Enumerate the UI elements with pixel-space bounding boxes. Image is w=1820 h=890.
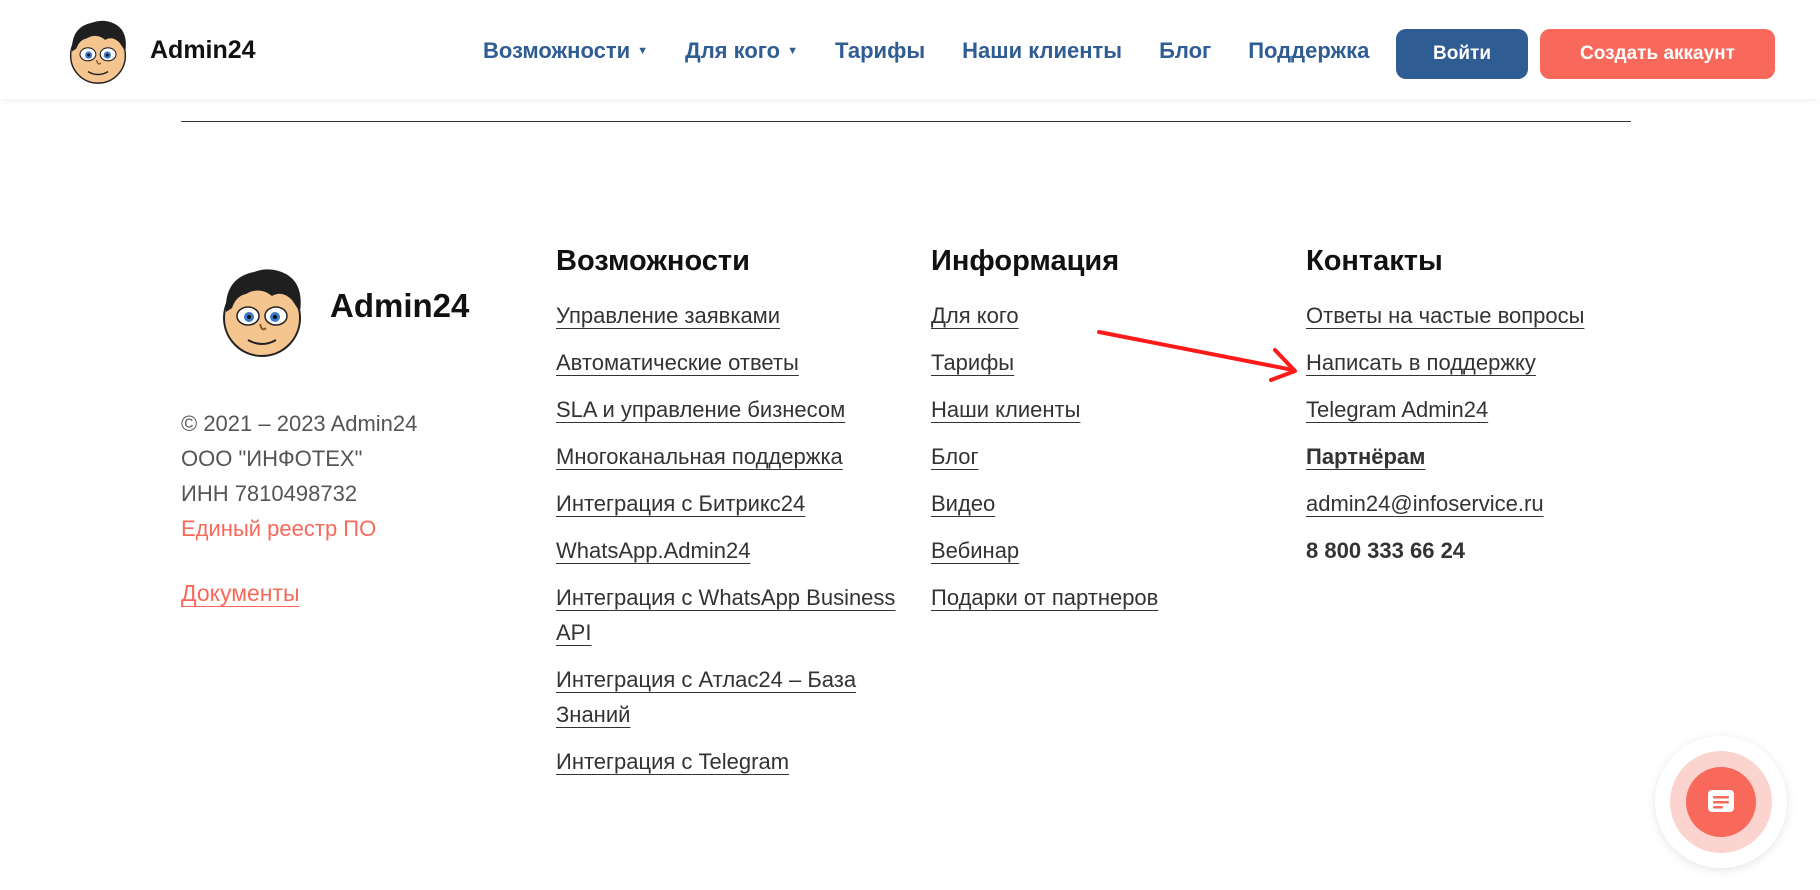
section-divider xyxy=(181,121,1631,122)
footer-link-ticket-management[interactable]: Управление заявками xyxy=(556,298,780,333)
software-registry-link[interactable]: Единый реестр ПО xyxy=(181,511,417,546)
login-button[interactable]: Войти xyxy=(1396,29,1528,79)
info-title: Информация xyxy=(931,245,1120,277)
create-account-button[interactable]: Создать аккаунт xyxy=(1540,29,1775,79)
admin24-logo-icon[interactable] xyxy=(212,260,312,360)
copyright-text: © 2021 – 2023 Admin24 xyxy=(181,411,418,436)
footer-link-bitrix24[interactable]: Интеграция с Битрикс24 xyxy=(556,486,805,521)
footer-link-clients[interactable]: Наши клиенты xyxy=(931,392,1080,427)
chat-message-icon xyxy=(1708,790,1734,812)
footer-link-whatsapp-api[interactable]: Интеграция с WhatsApp Business API xyxy=(556,580,896,650)
footer-link-auto-replies[interactable]: Автоматические ответы xyxy=(556,345,799,380)
caret-down-icon: ▼ xyxy=(787,45,798,57)
nav-item-label: Для кого xyxy=(685,38,781,63)
email-link[interactable]: admin24@infoservice.ru xyxy=(1306,486,1544,521)
footer-link-blog[interactable]: Блог xyxy=(931,439,979,474)
site-header: Admin24 Возможности ▼ Для кого ▼ Тарифы … xyxy=(0,0,1820,99)
features-title: Возможности xyxy=(556,245,750,277)
annotation-arrow-icon xyxy=(1097,330,1297,382)
footer-link-write-support[interactable]: Написать в поддержку xyxy=(1306,345,1536,380)
footer-link-faq[interactable]: Ответы на частые вопросы xyxy=(1306,298,1584,333)
footer-link-telegram-integration[interactable]: Интеграция с Telegram xyxy=(556,744,789,779)
nav-item-support[interactable]: Поддержка xyxy=(1248,38,1369,64)
features-column: Возможности Управление заявками Автомати… xyxy=(556,245,896,791)
footer-brand[interactable]: Admin24 xyxy=(330,287,469,325)
company-name: ООО "ИНФОТЕХ" xyxy=(181,446,363,471)
info-column: Информация Для кого Тарифы Наши клиенты … xyxy=(931,245,1271,627)
nav-item-pricing[interactable]: Тарифы xyxy=(835,38,925,64)
footer-link-video[interactable]: Видео xyxy=(931,486,995,521)
admin24-logo-icon[interactable] xyxy=(62,14,134,86)
footer-link-atlas24[interactable]: Интеграция с Атлас24 – База Знаний xyxy=(556,662,896,732)
caret-down-icon: ▼ xyxy=(637,45,649,57)
company-inn: ИНН 7810498732 xyxy=(181,481,358,506)
partners-link[interactable]: Партнёрам xyxy=(1306,444,1425,469)
nav-item-blog[interactable]: Блог xyxy=(1159,38,1211,64)
main-nav: Возможности ▼ Для кого ▼ Тарифы Наши кли… xyxy=(483,38,1406,64)
nav-item-features[interactable]: Возможности ▼ xyxy=(483,38,648,64)
nav-item-clients[interactable]: Наши клиенты xyxy=(962,38,1122,64)
header-brand[interactable]: Admin24 xyxy=(150,36,256,65)
documents-link[interactable]: Документы xyxy=(181,580,300,607)
chat-widget-button[interactable] xyxy=(1686,767,1756,837)
nav-item-for-whom[interactable]: Для кого ▼ xyxy=(685,38,798,64)
footer-link-pricing[interactable]: Тарифы xyxy=(931,345,1014,380)
footer-link-for-whom[interactable]: Для кого xyxy=(931,298,1019,333)
footer-link-sla[interactable]: SLA и управление бизнесом xyxy=(556,392,845,427)
footer-link-partner-gifts[interactable]: Подарки от партнеров xyxy=(931,580,1158,615)
footer-link-webinar[interactable]: Вебинар xyxy=(931,533,1019,568)
company-info: © 2021 – 2023 Admin24 ООО "ИНФОТЕХ" ИНН … xyxy=(181,406,417,546)
phone-number[interactable]: 8 800 333 66 24 xyxy=(1306,538,1465,563)
footer-link-telegram[interactable]: Telegram Admin24 xyxy=(1306,392,1488,427)
contacts-column: Контакты Ответы на частые вопросы Написа… xyxy=(1306,245,1686,580)
footer-link-omnichannel[interactable]: Многоканальная поддержка xyxy=(556,439,843,474)
nav-item-label: Возможности xyxy=(483,38,631,63)
footer-link-whatsapp-admin24[interactable]: WhatsApp.Admin24 xyxy=(556,533,750,568)
contacts-title: Контакты xyxy=(1306,245,1443,277)
